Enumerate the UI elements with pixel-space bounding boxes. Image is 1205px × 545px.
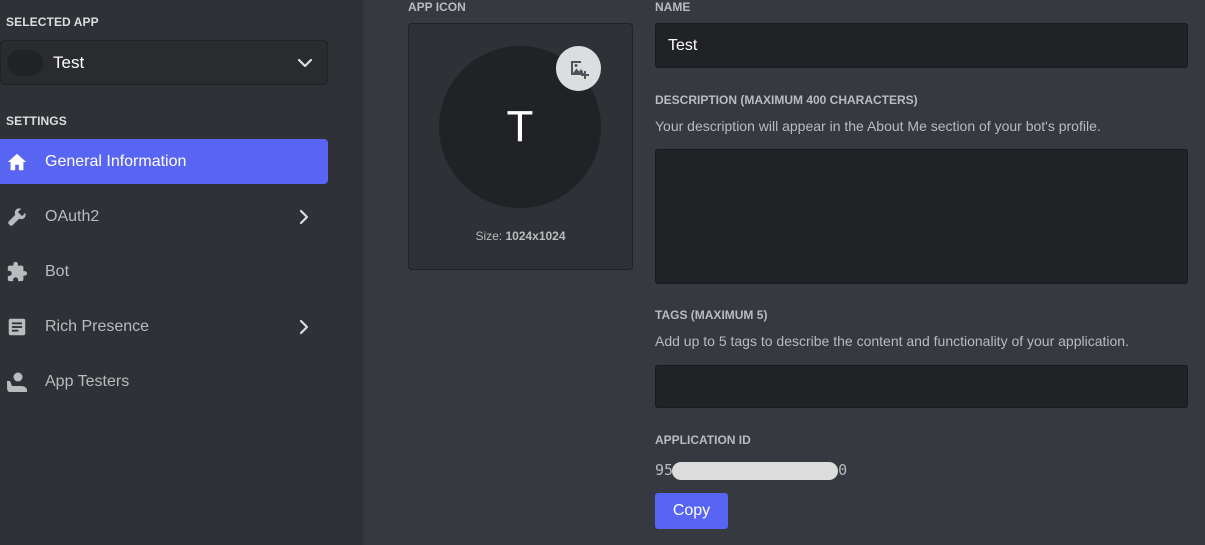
description-helper: Your description will appear in the Abou… xyxy=(655,118,1101,134)
upload-image-button[interactable] xyxy=(556,46,601,91)
sidebar-item-app-testers[interactable]: App Testers xyxy=(0,359,328,404)
document-icon xyxy=(5,315,29,339)
selected-app-heading: SELECTED APP xyxy=(6,15,99,29)
settings-heading: SETTINGS xyxy=(6,114,67,128)
sidebar-item-oauth2[interactable]: OAuth2 xyxy=(0,194,328,239)
application-id-suffix: 0 xyxy=(838,461,848,479)
sidebar-item-label: App Testers xyxy=(45,372,130,390)
person-icon xyxy=(5,370,29,394)
image-add-icon xyxy=(570,60,589,79)
description-label: DESCRIPTION (MAXIMUM 400 CHARACTERS) xyxy=(655,93,918,107)
sidebar: SELECTED APP Test SETTINGS General Infor… xyxy=(0,0,363,545)
app-avatar xyxy=(7,49,43,76)
icon-size-text: Size: 1024x1024 xyxy=(409,229,632,243)
redaction-bar xyxy=(672,462,838,480)
app-icon-label: APP ICON xyxy=(408,0,466,14)
sidebar-item-label: Rich Presence xyxy=(45,317,150,335)
sidebar-item-label: Bot xyxy=(45,262,70,280)
sidebar-item-label: OAuth2 xyxy=(45,207,100,225)
sidebar-item-label: General Information xyxy=(45,152,187,170)
icon-size-prefix: Size: xyxy=(475,229,503,243)
sidebar-item-bot[interactable]: Bot xyxy=(0,249,328,294)
app-selector-name: Test xyxy=(53,52,85,72)
home-icon xyxy=(5,150,29,174)
app-icon-letter: T xyxy=(506,102,534,151)
app-selector[interactable]: Test xyxy=(0,40,328,85)
app-icon-uploader[interactable]: T Size: 1024x1024 xyxy=(408,23,633,270)
application-id-label: APPLICATION ID xyxy=(655,433,751,447)
sidebar-item-rich-presence[interactable]: Rich Presence xyxy=(0,304,328,349)
tags-label: TAGS (MAXIMUM 5) xyxy=(655,308,768,322)
sidebar-item-general-information[interactable]: General Information xyxy=(0,139,328,184)
tags-input[interactable] xyxy=(655,365,1188,408)
description-textarea[interactable] xyxy=(655,149,1188,284)
copy-button[interactable]: Copy xyxy=(655,493,728,529)
chevron-down-icon xyxy=(297,58,313,67)
icon-size-value: 1024x1024 xyxy=(505,229,566,243)
application-id-prefix: 95 xyxy=(655,461,674,479)
wrench-icon xyxy=(5,205,29,229)
chevron-right-icon xyxy=(299,319,309,334)
name-input[interactable] xyxy=(655,23,1188,68)
tags-helper: Add up to 5 tags to describe the content… xyxy=(655,333,1129,349)
chevron-right-icon xyxy=(299,209,309,224)
name-label: NAME xyxy=(655,0,691,14)
puzzle-icon xyxy=(5,260,29,284)
